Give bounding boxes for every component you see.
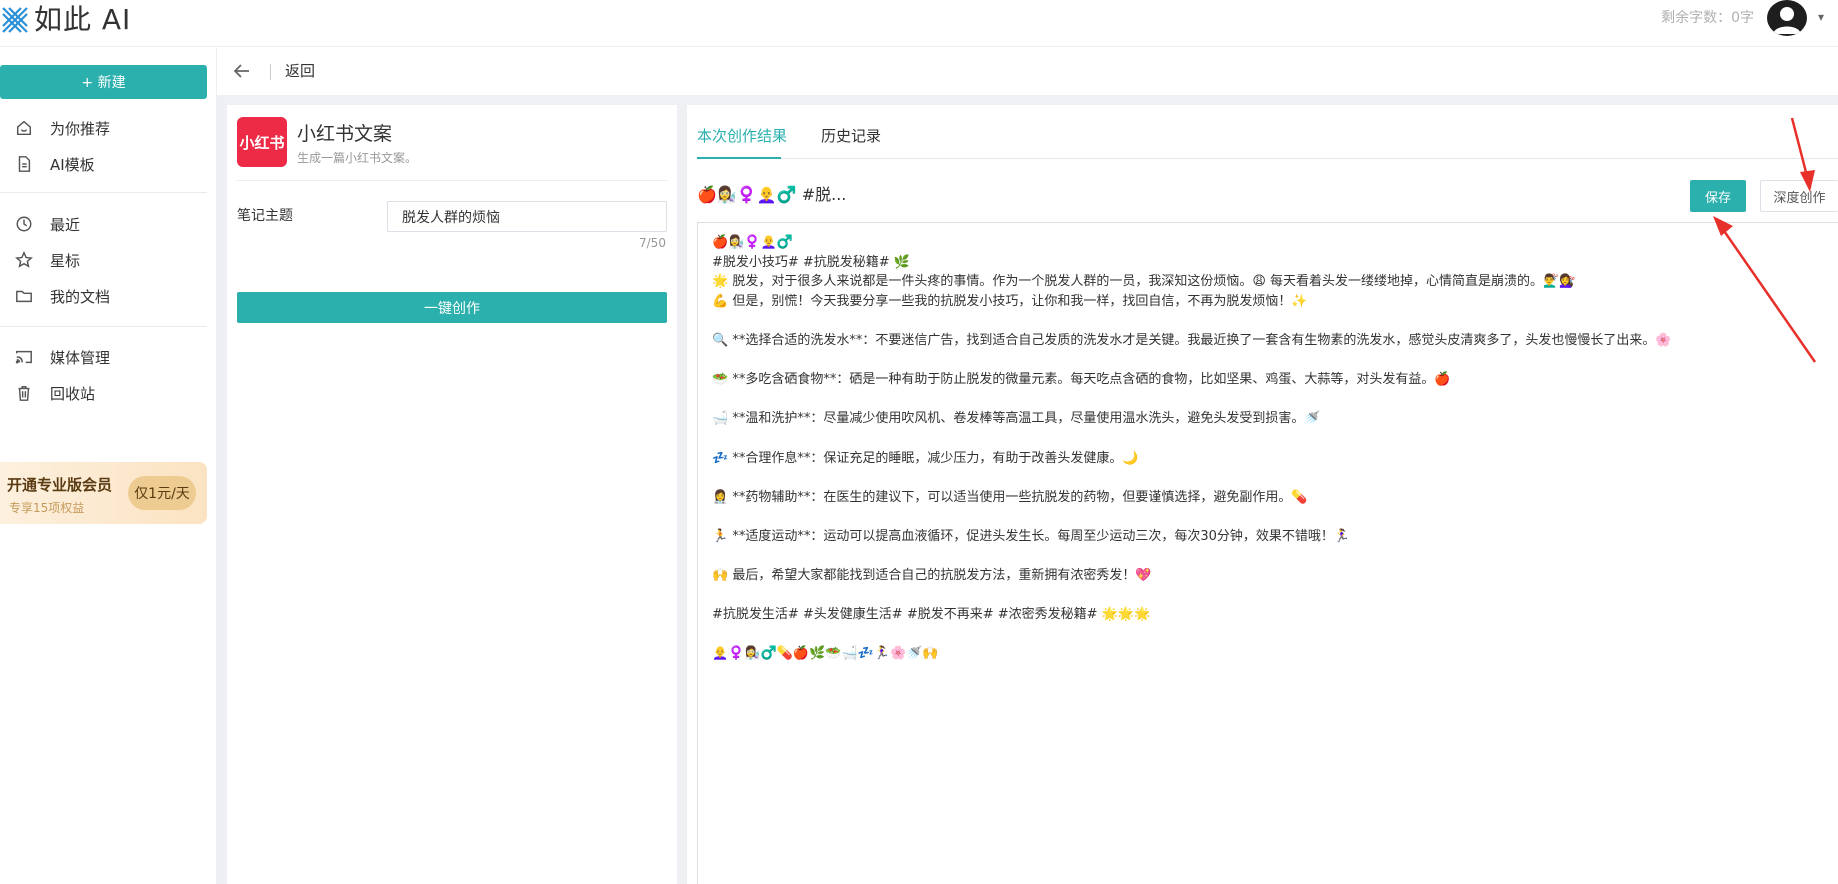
promo-title: 开通专业版会员	[7, 476, 113, 494]
editor-line: #脱发小技巧# #抗脱发秘籍# 🌿	[712, 254, 911, 270]
deep-create-button[interactable]: 深度创作	[1760, 180, 1838, 212]
sidebar-item-my-docs[interactable]: 我的文档	[14, 284, 110, 308]
result-panel: 本次创作结果 历史记录 🍎👩‍🔬♀️👩‍🦲♂️ #脱... 保存 深度创作 🍎👩…	[687, 105, 1838, 884]
tab-history[interactable]: 历史记录	[821, 125, 881, 147]
template-description: 生成一篇小红书文案。	[297, 151, 418, 165]
folder-icon	[14, 286, 34, 306]
tab-current-result[interactable]: 本次创作结果	[697, 125, 787, 147]
sidebar-item-label: 回收站	[50, 384, 96, 403]
editor-line: 💪 但是，别慌！今天我要分享一些我的抗脱发小技巧，让你和我一样，找回自信，不再为…	[712, 293, 1308, 309]
brand-logo[interactable]: 如此 AI	[0, 2, 131, 38]
tabs-divider	[697, 158, 1838, 159]
char-counter: 7/50	[639, 236, 666, 250]
divider	[270, 64, 271, 80]
pro-membership-banner[interactable]: 开通专业版会员 专享15项权益 仅1元/天	[0, 462, 207, 524]
editor-line: 👩‍⚕️ **药物辅助**：在医生的建议下，可以适当使用一些抗脱发的药物，但要谨…	[712, 489, 1308, 505]
one-click-create-button[interactable]: 一键创作	[237, 292, 667, 323]
divider	[237, 180, 667, 181]
editor-line: 🌟 脱发，对于很多人来说都是一件头疼的事情。作为一个脱发人群的一员，我深知这份烦…	[712, 274, 1576, 290]
document-icon	[14, 154, 34, 174]
chevron-down-icon[interactable]: ▾	[1818, 10, 1824, 24]
trash-icon	[14, 383, 34, 403]
promo-subtitle: 专享15项权益	[9, 501, 85, 515]
promo-price-button[interactable]: 仅1元/天	[128, 476, 196, 510]
top-bar: 如此 AI 剩余字数：0字 ▾	[0, 0, 1838, 47]
editor-line: 🔍 **选择合适的洗发水**：不要迷信广告，找到适合自己发质的洗发水才是关键。我…	[712, 332, 1672, 348]
sidebar-item-recent[interactable]: 最近	[14, 212, 80, 236]
xiaohongshu-logo: 小红书	[237, 117, 287, 167]
remaining-words: 剩余字数：0字	[1661, 10, 1754, 26]
back-link[interactable]: 返回	[285, 60, 315, 82]
sidebar-item-label: 星标	[50, 251, 81, 270]
clock-icon	[14, 214, 34, 234]
result-title: 🍎👩‍🔬♀️👩‍🦲♂️ #脱...	[697, 185, 847, 204]
sidebar-item-label: AI模板	[50, 155, 95, 174]
sidebar-item-ai-templates[interactable]: AI模板	[14, 152, 95, 176]
sidebar-item-label: 我的文档	[50, 287, 111, 306]
editor-line: 💤 **合理作息**：保证充足的睡眠，减少压力，有助于改善头发健康。🌙	[712, 450, 1139, 466]
sidebar-item-label: 为你推荐	[50, 119, 111, 138]
editor-line: 🍎👩‍🔬♀️👩‍🦲♂️	[712, 235, 793, 250]
brand-name: 如此 AI	[34, 3, 132, 36]
note-topic-label: 笔记主题	[237, 208, 293, 224]
template-title: 小红书文案	[297, 123, 393, 145]
star-icon	[14, 250, 34, 270]
editor-line: 👩‍🦲♀️👩‍🔬♂️💊🍎🌿🥗🛁💤🏃‍♀️🌸🚿🙌	[712, 646, 939, 662]
note-topic-input[interactable]	[387, 201, 667, 232]
editor-line: 🥗 **多吃含硒食物**：硒是一种有助于防止脱发的微量元素。每天吃点含硒的食物，…	[712, 372, 1451, 388]
template-form-panel: 小红书 小红书文案 生成一篇小红书文案。 笔记主题 7/50 一键创作	[227, 105, 677, 884]
back-bar	[217, 48, 1838, 95]
result-editor[interactable]: 🍎👩‍🔬♀️👩‍🦲♂️ #脱发小技巧# #抗脱发秘籍# 🌿 🌟 脱发，对于很多人来说…	[697, 222, 1838, 884]
active-tab-indicator	[697, 157, 781, 159]
arrow-left-icon[interactable]	[232, 60, 252, 82]
home-icon	[14, 118, 34, 138]
new-button[interactable]: + 新建	[0, 65, 207, 99]
save-button[interactable]: 保存	[1690, 180, 1746, 212]
sidebar-item-starred[interactable]: 星标	[14, 248, 80, 272]
editor-line: #抗脱发生活# #头发健康生活# #脱发不再来# #浓密秀发秘籍# 🌟🌟🌟	[712, 607, 1151, 623]
sidebar-item-trash[interactable]: 回收站	[14, 381, 95, 405]
divider	[0, 326, 207, 327]
editor-line: 🙌 最后，希望大家都能找到适合自己的抗脱发方法，重新拥有浓密秀发！💖	[712, 568, 1152, 584]
sidebar-item-label: 最近	[50, 215, 81, 234]
avatar[interactable]	[1767, 0, 1807, 36]
editor-line: 🏃 **适度运动**：运动可以提高血液循环，促进头发生长。每周至少运动三次，每次…	[712, 528, 1351, 544]
sidebar-item-label: 媒体管理	[50, 348, 111, 367]
sidebar-item-recommend[interactable]: 为你推荐	[14, 116, 110, 140]
cast-icon	[14, 347, 34, 367]
user-icon	[1773, 7, 1801, 34]
editor-line: 🛁 **温和洗护**：尽量减少使用吹风机、卷发棒等高温工具，尽量使用温水洗头，避…	[712, 411, 1321, 427]
brand-mark-icon	[2, 7, 28, 33]
sidebar: + 新建 为你推荐 AI模板 最近 星标 我的文档 媒体管理 回收站 开通专业版…	[0, 48, 217, 884]
divider	[0, 192, 207, 193]
sidebar-item-media[interactable]: 媒体管理	[14, 345, 110, 369]
